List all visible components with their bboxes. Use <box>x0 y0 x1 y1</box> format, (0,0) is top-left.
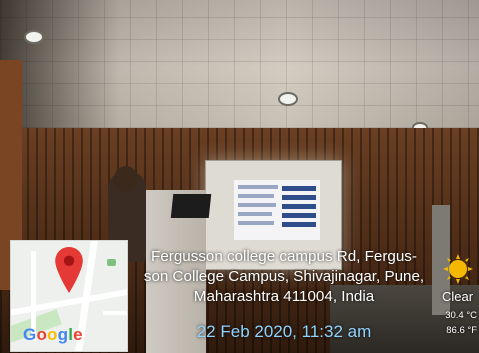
address-line: son College Campus, Shivajinagar, Pune, <box>143 268 425 285</box>
temperature-celsius: 30.4 °C <box>445 310 477 321</box>
map-thumbnail[interactable]: Google <box>10 240 128 352</box>
google-logo: Google <box>23 325 83 344</box>
address-line: Maharashtra 411004, India <box>193 288 375 305</box>
ceiling-light <box>278 92 298 106</box>
sun-icon <box>443 254 473 284</box>
address-text: Fergusson college campus Rd, Fergus- son… <box>134 247 434 307</box>
address-line: Fergusson college campus Rd, Fergus- <box>151 248 417 265</box>
projected-slide <box>234 180 320 240</box>
photo-scene: Google Fergusson college campus Rd, Ferg… <box>0 0 479 353</box>
weather-condition: Clear <box>441 289 474 304</box>
temperature-fahrenheit: 86.6 °F <box>446 325 477 336</box>
timestamp: 22 Feb 2020, 11:32 am <box>196 322 372 341</box>
ceiling-light <box>24 30 44 44</box>
laptop <box>170 194 212 218</box>
location-pin-icon <box>55 247 83 293</box>
